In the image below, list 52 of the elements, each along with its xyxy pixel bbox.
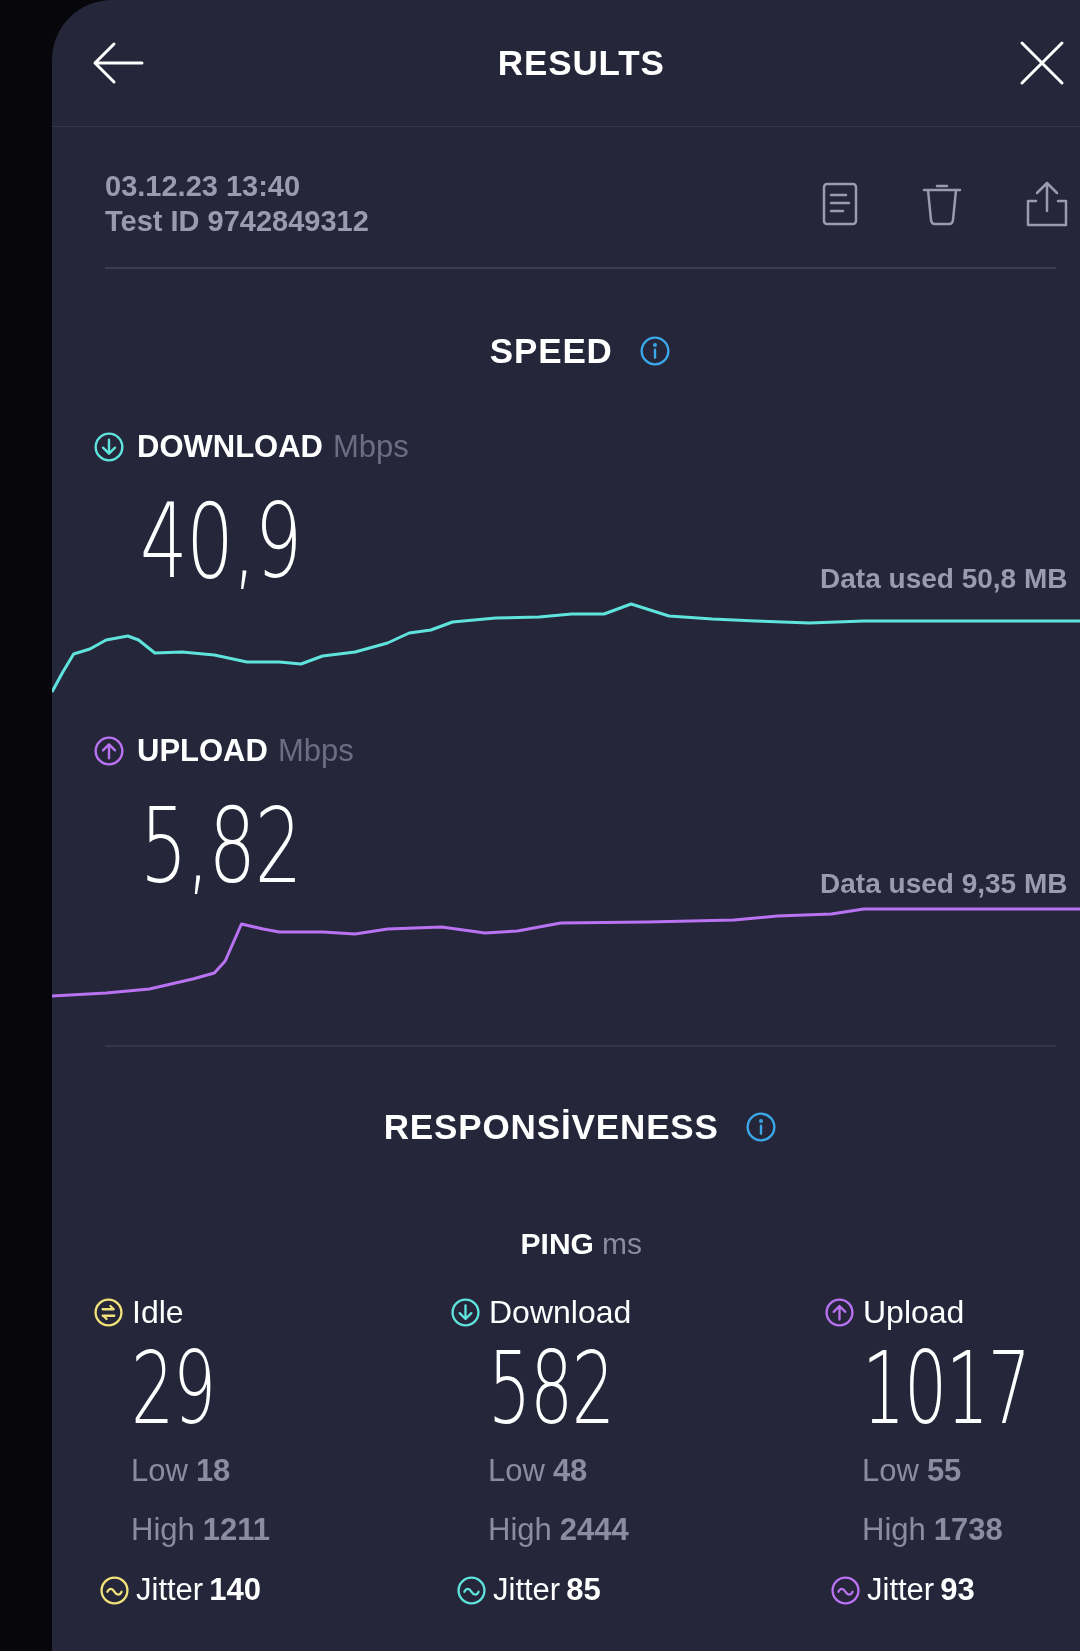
jitter-label: Jitter <box>136 1571 204 1609</box>
test-id: Test ID 9742849312 <box>105 204 369 239</box>
jitter-value: 140 <box>209 1571 261 1609</box>
test-date: 03.12.23 13:40 <box>105 169 302 204</box>
trash-icon[interactable] <box>921 182 962 226</box>
metric-label: UPLOAD <box>137 732 268 770</box>
jitter-label: Jitter <box>493 1571 561 1609</box>
down-arrow-circle-icon <box>93 430 125 463</box>
ping-type: Upload <box>863 1293 965 1332</box>
high-value: 2444 <box>559 1510 629 1549</box>
low-value: 48 <box>552 1452 588 1490</box>
info-icon[interactable] <box>744 1110 777 1143</box>
ping-type: Download <box>489 1293 632 1332</box>
jitter-value: 93 <box>940 1571 975 1609</box>
wave-circle-icon <box>456 1574 487 1606</box>
high-label: High <box>488 1510 552 1549</box>
high-label: High <box>131 1510 195 1549</box>
wave-circle-icon <box>830 1574 861 1606</box>
metric-label: DOWNLOAD <box>137 427 323 466</box>
ping-type: Idle <box>132 1293 184 1332</box>
metric-unit: Mbps <box>333 427 409 466</box>
high-value: 1211 <box>202 1510 271 1549</box>
ping-value: 1017 <box>862 1336 1030 1442</box>
section-title: SPEED <box>489 330 613 372</box>
high-label: High <box>862 1510 926 1549</box>
up-arrow-circle-icon <box>824 1296 855 1328</box>
screen-title: RESULTS <box>497 41 665 84</box>
down-arrow-circle-icon <box>450 1296 481 1328</box>
swap-arrows-circle-icon <box>93 1296 124 1328</box>
data-used: Data used 9,35 MB <box>820 866 1068 901</box>
info-icon[interactable] <box>638 335 671 368</box>
low-label: Low <box>131 1452 188 1490</box>
up-arrow-circle-icon <box>93 735 125 768</box>
data-used: Data used 50,8 MB <box>820 562 1068 596</box>
low-label: Low <box>862 1452 919 1490</box>
metric-value: 5,82 <box>140 790 301 901</box>
low-label: Low <box>488 1452 545 1490</box>
high-value: 1738 <box>933 1510 1003 1549</box>
section-title: RESPONSİVENESS <box>383 1105 719 1148</box>
ping-unit: ms <box>601 1226 642 1262</box>
share-icon[interactable] <box>1025 181 1068 227</box>
metric-unit: Mbps <box>277 732 354 770</box>
ping-label: PING <box>520 1226 594 1262</box>
low-value: 55 <box>926 1452 962 1490</box>
low-value: 18 <box>195 1452 231 1490</box>
metric-value: 40,9 <box>140 486 301 596</box>
ping-value: 582 <box>488 1336 614 1442</box>
wave-circle-icon <box>99 1574 130 1606</box>
jitter-value: 85 <box>566 1571 601 1609</box>
document-icon[interactable] <box>821 182 858 226</box>
ping-value: 29 <box>131 1336 215 1442</box>
jitter-label: Jitter <box>867 1571 935 1609</box>
